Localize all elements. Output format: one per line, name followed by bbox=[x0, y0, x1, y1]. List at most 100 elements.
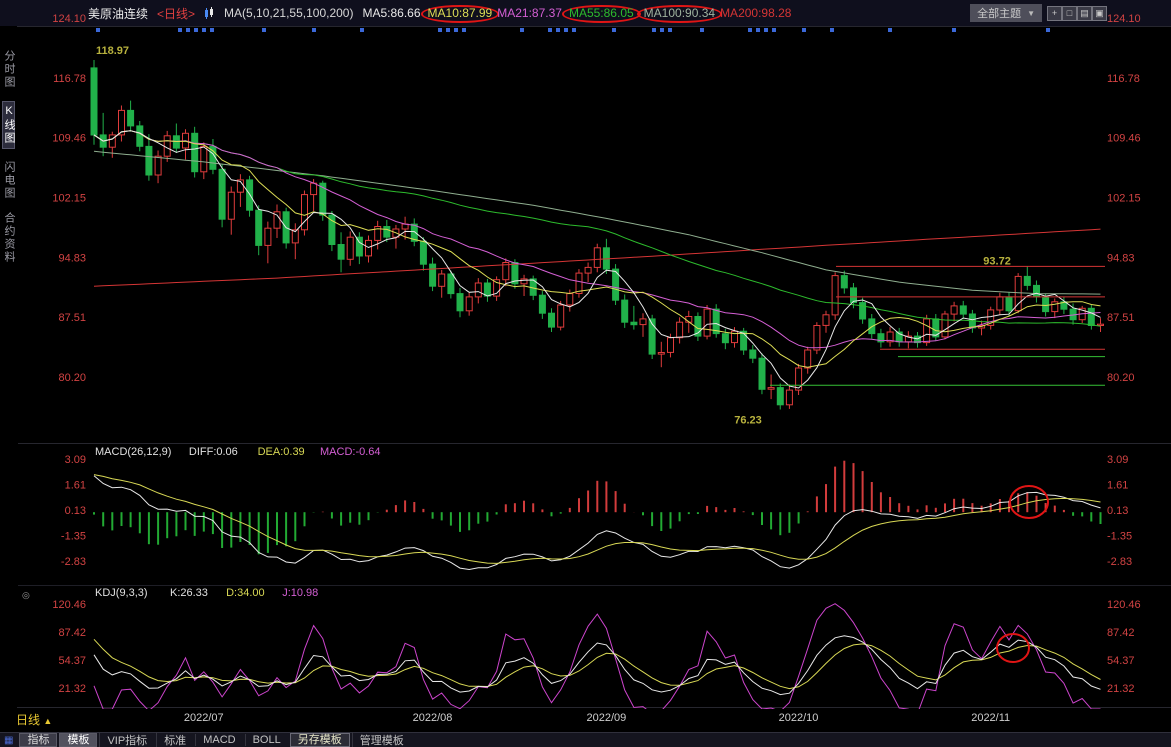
kline-indicator-icon bbox=[204, 7, 215, 19]
svg-text:0.13: 0.13 bbox=[65, 505, 86, 517]
bottom-tab-6[interactable]: BOLL bbox=[245, 734, 288, 746]
macd-header-part: DIFF:0.06 bbox=[189, 446, 238, 458]
ma-value-chip: MA21:87.37 bbox=[497, 6, 562, 20]
event-dot bbox=[652, 28, 656, 32]
red-circle-annotation bbox=[1010, 486, 1048, 518]
bottom-tab-5[interactable]: MACD bbox=[195, 734, 242, 746]
cascade-windows-icon[interactable]: □ bbox=[1062, 6, 1077, 21]
event-dot bbox=[764, 28, 768, 32]
ma-value-chip: MA5:86.66 bbox=[362, 6, 420, 20]
event-dot bbox=[210, 28, 214, 32]
ma-value-chip: MA10:87.99 bbox=[421, 5, 500, 23]
event-dot bbox=[462, 28, 466, 32]
ma-value-chip: MA100:90.34 bbox=[637, 5, 722, 23]
event-dot bbox=[772, 28, 776, 32]
svg-text:-1.35: -1.35 bbox=[61, 531, 86, 543]
x-axis-label: 2022/10 bbox=[771, 712, 827, 724]
x-axis-label: 2022/07 bbox=[176, 712, 232, 724]
bottom-tab-bar: ▦ 指标模板VIP指标标准MACDBOLL另存模板管理模板 bbox=[0, 732, 1171, 747]
header-right-controls: 全部主题 ▼ +□▤▣ bbox=[970, 4, 1107, 22]
event-dot bbox=[360, 28, 364, 32]
bottom-tab-7[interactable]: 另存模板 bbox=[290, 733, 350, 747]
y-axis-label-right: 94.83 bbox=[1107, 252, 1135, 264]
chart-area[interactable]: 118.9776.2393.72124.10124.10116.78116.78… bbox=[0, 0, 1171, 747]
svg-text:1.61: 1.61 bbox=[1107, 480, 1128, 492]
event-dot bbox=[96, 28, 100, 32]
event-dot bbox=[952, 28, 956, 32]
ma-params-label: MA(5,10,21,55,100,200) bbox=[224, 6, 353, 20]
y-axis-label-left: 102.15 bbox=[52, 193, 86, 205]
event-dot bbox=[186, 28, 190, 32]
period-selector[interactable]: 日线 ▲ bbox=[16, 711, 52, 728]
bottom-tab-1[interactable]: 指标 bbox=[19, 733, 57, 747]
svg-text:21.32: 21.32 bbox=[1107, 683, 1135, 695]
caret-up-icon: ▲ bbox=[43, 716, 52, 726]
svg-text:120.46: 120.46 bbox=[52, 599, 86, 611]
event-dot bbox=[1046, 28, 1050, 32]
period-selector-label: 日线 bbox=[16, 713, 40, 727]
period-tag[interactable]: <日线> bbox=[157, 5, 195, 22]
maximize-icon[interactable]: ▣ bbox=[1092, 6, 1107, 21]
event-dot bbox=[446, 28, 450, 32]
svg-text:54.37: 54.37 bbox=[58, 655, 86, 667]
kdj-header-part: D:34.00 bbox=[226, 587, 265, 599]
macd-header-part: MACD(26,12,9) bbox=[95, 446, 171, 458]
svg-text:54.37: 54.37 bbox=[1107, 655, 1135, 667]
svg-text:-1.35: -1.35 bbox=[1107, 531, 1132, 543]
header-bar: 美原油连续 <日线> MA(5,10,21,55,100,200) MA5:86… bbox=[0, 0, 1171, 26]
event-dot bbox=[612, 28, 616, 32]
candlestick-layer bbox=[91, 28, 1105, 410]
bottom-tab-3[interactable]: VIP指标 bbox=[99, 732, 154, 747]
price-annotation: 118.97 bbox=[96, 45, 129, 57]
y-axis-label-left: 94.83 bbox=[58, 252, 86, 264]
macd-header-part: MACD:-0.64 bbox=[320, 446, 381, 458]
bottom-tab-8[interactable]: 管理模板 bbox=[352, 732, 411, 747]
theme-dropdown-label: 全部主题 bbox=[977, 5, 1021, 21]
rail-item-2[interactable]: K线图 bbox=[2, 101, 15, 149]
svg-text:87.42: 87.42 bbox=[58, 627, 86, 639]
bottom-tab-4[interactable]: 标准 bbox=[156, 732, 193, 747]
red-circle-annotation bbox=[997, 634, 1029, 662]
theme-dropdown[interactable]: 全部主题 ▼ bbox=[970, 4, 1042, 22]
left-rail: 分时图 K线图闪电图合约资料 bbox=[0, 26, 17, 708]
svg-text:3.09: 3.09 bbox=[1107, 454, 1128, 466]
event-dot bbox=[888, 28, 892, 32]
kdj-header-part: K:26.33 bbox=[170, 587, 208, 599]
rail-item-1[interactable]: 分时图 bbox=[3, 50, 14, 89]
kdj-header-part: J:10.98 bbox=[282, 587, 318, 599]
svg-text:-2.83: -2.83 bbox=[61, 556, 86, 568]
event-dot bbox=[668, 28, 672, 32]
event-dot bbox=[572, 28, 576, 32]
tile-horizontal-icon[interactable]: ▤ bbox=[1077, 6, 1092, 21]
window-controls: +□▤▣ bbox=[1047, 5, 1107, 21]
rail-item-4[interactable]: 合约资料 bbox=[3, 212, 14, 264]
rail-item-3[interactable]: 闪电图 bbox=[3, 161, 14, 200]
kdj-layer bbox=[94, 604, 1101, 714]
event-dot bbox=[748, 28, 752, 32]
x-axis-label: 2022/11 bbox=[963, 712, 1019, 724]
ma-value-chip: MA200:98.28 bbox=[720, 6, 791, 20]
bottom-tab-2[interactable]: 模板 bbox=[59, 733, 97, 747]
svg-text:-2.83: -2.83 bbox=[1107, 556, 1132, 568]
y-axis-label-left: 87.51 bbox=[58, 312, 86, 324]
time-axis-row: 日线 ▲ 2022/072022/082022/092022/102022/11 bbox=[0, 706, 1171, 732]
event-dot bbox=[454, 28, 458, 32]
symbol-name[interactable]: 美原油连续 bbox=[88, 5, 148, 22]
price-annotation: 76.23 bbox=[734, 414, 762, 426]
event-dot bbox=[520, 28, 524, 32]
price-annotation: 93.72 bbox=[983, 255, 1011, 267]
event-dot bbox=[438, 28, 442, 32]
y-axis-label-left: 109.46 bbox=[52, 133, 86, 145]
svg-text:87.42: 87.42 bbox=[1107, 627, 1135, 639]
y-axis-label-right: 109.46 bbox=[1107, 133, 1141, 145]
event-dot bbox=[802, 28, 806, 32]
event-dot bbox=[312, 28, 316, 32]
pin-icon[interactable]: + bbox=[1047, 6, 1062, 21]
svg-text:3.09: 3.09 bbox=[65, 454, 86, 466]
event-dot bbox=[548, 28, 552, 32]
y-axis-label-right: 102.15 bbox=[1107, 193, 1141, 205]
svg-text:1.61: 1.61 bbox=[65, 480, 86, 492]
y-axis-label-right: 116.78 bbox=[1107, 73, 1140, 85]
layout-grid-icon[interactable]: ▦ bbox=[0, 735, 17, 746]
svg-text:21.32: 21.32 bbox=[58, 683, 86, 695]
